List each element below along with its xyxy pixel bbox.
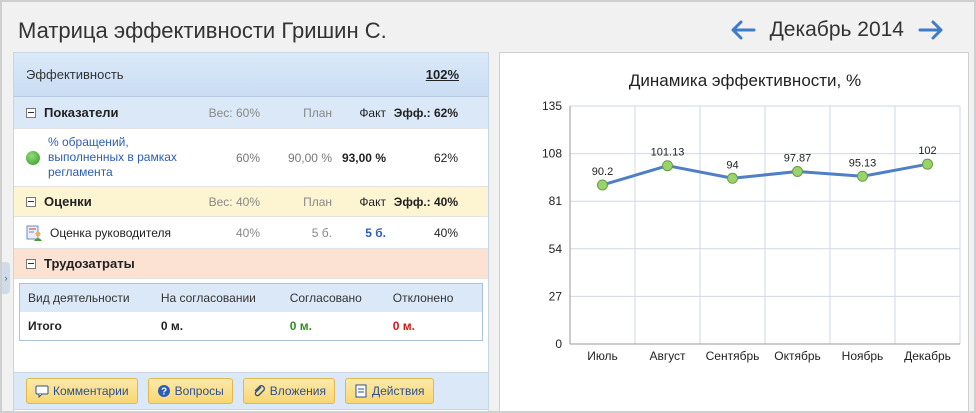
collapse-toggle-icon[interactable]	[26, 196, 36, 207]
data-label: 102	[918, 145, 936, 157]
window-frame: Матрица эффективности Гришин С. Декабрь …	[0, 0, 976, 413]
y-tick-label: 27	[549, 289, 563, 303]
y-tick-label: 0	[555, 337, 562, 351]
ratings-weight: Вес: 40%	[208, 194, 260, 209]
rating-eff: 40%	[433, 225, 458, 240]
efficiency-value[interactable]: 102%	[426, 67, 459, 82]
data-label: 97.87	[784, 152, 812, 164]
ratings-fact-header: Факт	[359, 194, 386, 209]
labor-table-header: Вид деятельности На согласовании Согласо…	[20, 284, 482, 312]
y-tick-label: 108	[542, 147, 562, 161]
data-point	[727, 172, 738, 184]
labor-col-approved: Согласовано	[289, 291, 362, 305]
actions-button[interactable]: Действия	[344, 378, 434, 404]
data-point	[922, 158, 933, 170]
data-point	[792, 165, 803, 177]
labor-section-header[interactable]: Трудозатраты	[14, 249, 488, 279]
period-selector: Декабрь 2014	[730, 18, 944, 42]
data-point	[597, 179, 608, 191]
rating-name: Оценка руководителя	[50, 225, 171, 240]
page-title: Матрица эффективности Гришин С.	[18, 18, 387, 43]
labor-total-rejected: 0 м.	[392, 319, 415, 333]
indicator-link[interactable]: % обращений, выполненных в рамках реглам…	[48, 135, 184, 180]
labor-col-pending: На согласовании	[160, 291, 256, 305]
status-green-icon	[26, 150, 40, 165]
chart-title: Динамика эффективности, %	[629, 71, 861, 90]
arrow-left-icon[interactable]	[730, 19, 756, 41]
comments-button[interactable]: Комментарии	[26, 378, 138, 404]
labor-col-activity: Вид деятельности	[28, 291, 130, 305]
attachments-label: Вложения	[269, 384, 326, 398]
indicators-plan-header: План	[303, 105, 332, 120]
document-icon	[355, 384, 367, 398]
rating-weight: 40%	[235, 225, 260, 240]
indicator-row: % обращений, выполненных в рамках реглам…	[14, 129, 488, 187]
efficiency-panel: Эффективность 102% Показатели Вес: 60% П…	[13, 52, 489, 412]
x-tick-label: Сентябрь	[706, 349, 760, 363]
indicator-weight: 60%	[235, 150, 260, 165]
indicators-weight: Вес: 60%	[208, 105, 260, 120]
period-label: Декабрь 2014	[769, 18, 904, 41]
y-tick-label: 135	[542, 99, 562, 113]
data-label: 94	[726, 159, 738, 171]
indicators-eff: Эфф.: 62%	[393, 105, 458, 120]
collapse-toggle-icon[interactable]	[26, 107, 36, 118]
labor-title: Трудозатраты	[44, 256, 135, 271]
chart-panel: Динамика эффективности, % 0 27 54 81 108 135 Ию…	[499, 52, 969, 412]
rating-fact[interactable]: 5 б.	[332, 226, 386, 240]
efficiency-label: Эффективность	[26, 67, 124, 82]
x-tick-label: Июль	[587, 349, 618, 363]
manager-rating-icon	[26, 225, 42, 241]
y-tick-label: 54	[549, 242, 563, 256]
data-label: 90.2	[592, 166, 613, 178]
indicators-section-header[interactable]: Показатели Вес: 60% План Факт Эфф.: 62%	[14, 97, 488, 129]
labor-total-pending: 0 м.	[160, 319, 184, 333]
x-tick-label: Ноябрь	[842, 349, 884, 363]
ratings-plan-header: План	[303, 194, 332, 209]
paperclip-icon	[254, 385, 265, 397]
x-tick-label: Октябрь	[774, 349, 821, 363]
svg-text:?: ?	[161, 387, 167, 398]
indicator-fact: 93,00 %	[341, 150, 386, 165]
questions-label: Вопросы	[174, 384, 224, 398]
action-toolbar: Комментарии ? Вопросы Вложения Действия	[13, 372, 489, 410]
ratings-eff: Эфф.: 40%	[393, 194, 458, 209]
attachments-button[interactable]: Вложения	[242, 378, 335, 404]
ratings-section-header[interactable]: Оценки Вес: 40% План Факт Эфф.: 40%	[14, 187, 488, 217]
data-label: 101.13	[651, 147, 685, 159]
data-label: 95.13	[849, 157, 877, 169]
indicators-fact-header: Факт	[359, 105, 386, 120]
efficiency-header: Эффективность 102%	[14, 53, 488, 97]
collapse-toggle-icon[interactable]	[26, 258, 36, 269]
rating-row: Оценка руководителя 40% 5 б. 5 б. 40%	[14, 217, 488, 249]
efficiency-line-chart: Динамика эффективности, % 0 27 54 81 108 135 Ию…	[542, 71, 961, 363]
labor-total-row: Итого 0 м. 0 м. 0 м.	[20, 312, 482, 340]
y-tick-label: 81	[549, 194, 563, 208]
question-icon: ?	[157, 385, 170, 398]
labor-total-label: Итого	[28, 319, 62, 333]
rating-plan: 5 б.	[311, 225, 332, 240]
labor-total-approved: 0 м.	[289, 319, 312, 333]
indicator-eff: 62%	[433, 150, 458, 165]
labor-table: Вид деятельности На согласовании Согласо…	[19, 283, 483, 341]
x-tick-label: Декабрь	[904, 349, 951, 363]
indicators-title: Показатели	[44, 105, 119, 120]
indicator-plan: 90,00 %	[287, 150, 332, 165]
data-point	[857, 170, 868, 182]
labor-col-rejected: Отклонено	[392, 291, 454, 305]
comment-icon	[35, 385, 49, 398]
ratings-title: Оценки	[44, 194, 92, 209]
x-tick-label: Август	[649, 349, 686, 363]
sidebar-expand-handle[interactable]: ›	[2, 262, 10, 294]
data-point	[662, 160, 673, 172]
questions-button[interactable]: ? Вопросы	[147, 378, 233, 404]
arrow-right-icon[interactable]	[918, 19, 944, 41]
comments-label: Комментарии	[53, 384, 129, 398]
actions-label: Действия	[371, 384, 425, 398]
